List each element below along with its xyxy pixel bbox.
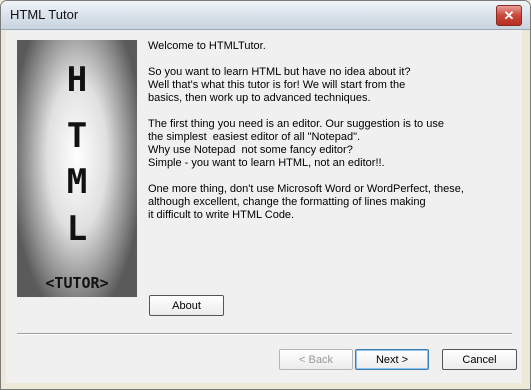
- editor-paragraph: The first thing you need is an editor. O…: [148, 118, 444, 169]
- window-title: HTML Tutor: [10, 7, 79, 22]
- cancel-button[interactable]: Cancel: [442, 349, 517, 370]
- separator: [17, 333, 512, 335]
- logo-letter-h: H: [66, 60, 88, 100]
- logo-letter-t: T: [66, 116, 88, 156]
- logo-tutor-text: <TUTOR>: [45, 274, 109, 292]
- logo-letter-m: M: [66, 162, 88, 202]
- next-button[interactable]: Next >: [355, 349, 429, 370]
- welcome-text: Welcome to HTMLTutor.: [148, 40, 266, 52]
- close-icon[interactable]: ✕: [496, 5, 522, 26]
- title-bar[interactable]: HTML Tutor ✕: [1, 1, 530, 30]
- warning-paragraph: One more thing, don't use Microsoft Word…: [148, 183, 464, 221]
- back-button[interactable]: < Back: [279, 349, 353, 370]
- wizard-window: HTML Tutor ✕ H T M L <TUTOR> Welcome to …: [0, 0, 531, 390]
- logo-letter-l: L: [66, 209, 88, 249]
- wizard-content: H T M L <TUTOR> Welcome to HTMLTutor. So…: [6, 30, 522, 383]
- intro-paragraph: So you want to learn HTML but have no id…: [148, 66, 411, 104]
- html-tutor-logo: H T M L <TUTOR>: [17, 40, 137, 297]
- about-button[interactable]: About: [149, 295, 224, 316]
